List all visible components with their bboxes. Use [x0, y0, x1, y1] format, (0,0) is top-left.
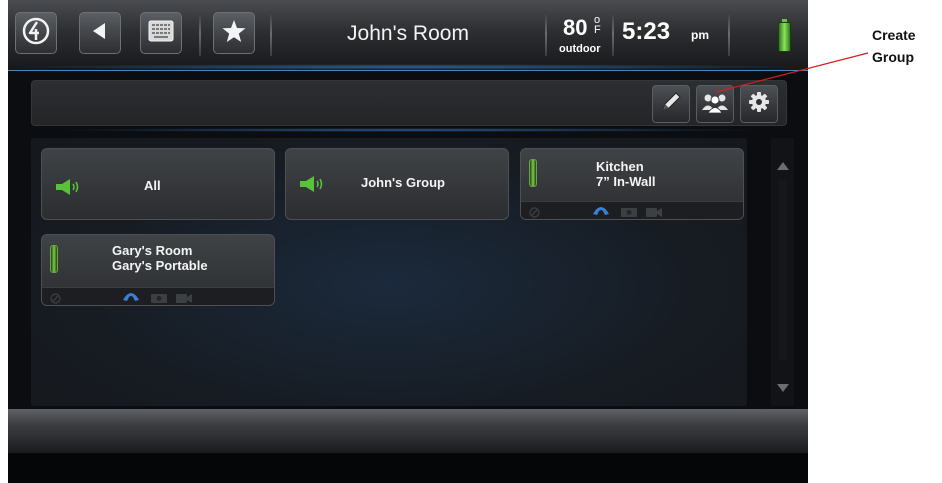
create-group-callout: Create Group [872, 24, 916, 68]
callout-line [715, 52, 869, 93]
callout-line1: Create [872, 27, 916, 43]
callout-line2: Group [872, 49, 914, 65]
